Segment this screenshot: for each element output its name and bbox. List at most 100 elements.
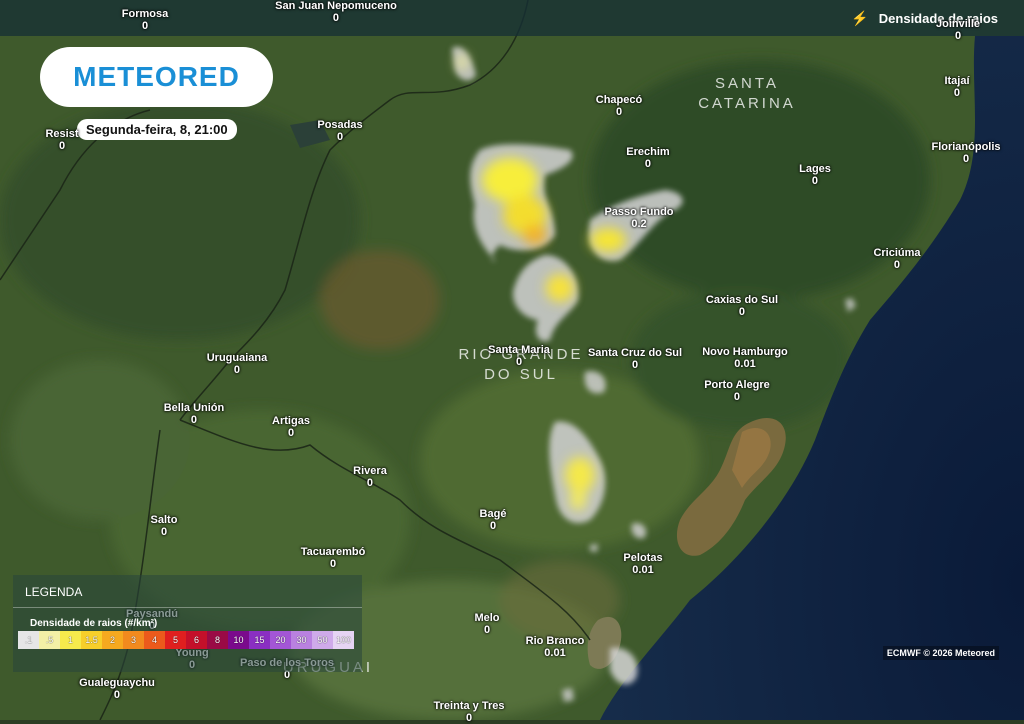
city-name: Criciúma	[873, 247, 921, 259]
city-lightning-value: 0	[332, 12, 340, 24]
legend-scale-step: 5	[165, 631, 186, 649]
forecast-date-badge[interactable]: Segunda-feira, 8, 21:00	[77, 119, 237, 140]
city-lightning-value: 0	[366, 477, 374, 489]
city-label[interactable]: Novo Hamburgo 0.01	[702, 346, 788, 370]
city-label[interactable]: Santa Cruz do Sul 0	[588, 347, 682, 371]
city-lightning-value: 0	[954, 30, 962, 42]
legend-panel[interactable]: LEGENDA Densidade de raios (#/km²) .1.5 1…	[13, 575, 362, 672]
city-name: Caxias do Sul	[705, 294, 779, 306]
city-label[interactable]: Bagé 0	[480, 508, 507, 532]
city-lightning-value: 0	[336, 131, 344, 143]
city-lightning-value: 0.01	[632, 564, 654, 576]
legend-scale-step: 50	[312, 631, 333, 649]
city-name: Posadas	[317, 119, 363, 131]
city-label[interactable]: Resist 0	[45, 128, 78, 152]
city-lightning-value: 0	[141, 20, 149, 32]
city-lightning-value: 0	[287, 427, 295, 439]
city-label[interactable]: Salto 0	[151, 514, 178, 538]
legend-scale-step: 10	[228, 631, 249, 649]
city-label[interactable]: Lages 0	[799, 163, 831, 187]
city-name: San Juan Nepomuceno	[275, 0, 397, 12]
city-name: Gualeguaychu	[79, 677, 155, 689]
city-label[interactable]: Joinville 0	[936, 18, 980, 42]
city-label[interactable]: Tacuarembó 0	[301, 546, 366, 570]
city-name: Porto Alegre	[704, 379, 770, 391]
city-name: Lages	[799, 163, 831, 175]
city-label[interactable]: Bella Unión 0	[164, 402, 225, 426]
legend-scale-step: 6	[186, 631, 207, 649]
city-lightning-value: 0	[515, 356, 523, 368]
city-label[interactable]: Erechim 0	[626, 146, 669, 170]
legend-scale-step: 15	[249, 631, 270, 649]
legend-title: LEGENDA	[13, 575, 362, 608]
city-lightning-value: 0	[615, 106, 623, 118]
city-label[interactable]: Chapecó 0	[596, 94, 642, 118]
city-name: Salto	[150, 514, 178, 526]
city-label[interactable]: Posadas 0	[317, 119, 362, 143]
city-lightning-value: 0	[190, 414, 198, 426]
legend-scale-step: 3	[123, 631, 144, 649]
city-name: Bagé	[479, 508, 507, 520]
city-label[interactable]: Formosa 0	[122, 8, 168, 32]
lightning-icon: ⚡	[851, 10, 869, 26]
legend-scale-step: 4	[144, 631, 165, 649]
legend-scale-step: 100	[333, 631, 354, 649]
city-name: Joinville	[935, 18, 981, 30]
city-name: Treinta y Tres	[433, 700, 505, 712]
city-label[interactable]: Gualeguaychu 0	[79, 677, 155, 701]
city-lightning-value: 0	[893, 259, 901, 271]
city-lightning-value: 0	[233, 364, 241, 376]
legend-scale-step: 8	[207, 631, 228, 649]
city-label[interactable]: San Juan Nepomuceno 0	[275, 0, 397, 24]
city-name: Resist	[45, 128, 79, 140]
city-name: Florianópolis	[931, 141, 1001, 153]
city-name: Formosa	[121, 8, 169, 20]
city-name: Erechim	[626, 146, 670, 158]
city-label[interactable]: Pelotas 0.01	[623, 552, 662, 576]
city-lightning-value: 0	[483, 624, 491, 636]
city-name: Santa Maria	[488, 344, 550, 356]
city-name: Artigas	[272, 415, 310, 427]
city-lightning-value: 0.2	[631, 218, 647, 230]
city-lightning-value: 0	[631, 359, 639, 371]
city-label[interactable]: Uruguaiana 0	[207, 352, 268, 376]
meteored-logo[interactable]: METEORED	[40, 47, 273, 107]
city-name: Novo Hamburgo	[702, 346, 788, 358]
city-label[interactable]: Florianópolis 0	[931, 141, 1000, 165]
city-name: Itajaí	[944, 75, 970, 87]
city-name: Bella Unión	[163, 402, 225, 414]
city-label[interactable]: Passo Fundo 0.2	[604, 206, 673, 230]
city-lightning-value: 0	[811, 175, 819, 187]
city-name: Uruguaiana	[206, 352, 268, 364]
city-lightning-value: 0	[489, 520, 497, 532]
city-label[interactable]: Porto Alegre 0	[704, 379, 770, 403]
city-name: Tacuarembó	[300, 546, 366, 558]
city-label[interactable]: Criciúma 0	[873, 247, 920, 271]
city-label[interactable]: Santa Maria 0	[488, 344, 550, 368]
city-label[interactable]: Rio Branco 0.01	[526, 635, 585, 659]
city-label[interactable]: Treinta y Tres 0	[434, 700, 505, 724]
city-name: Santa Cruz do Sul	[587, 347, 683, 359]
region-label-santa-catarina: SANTA CATARINA	[698, 75, 796, 112]
city-name: Rio Branco	[525, 635, 585, 647]
legend-scale-step: 2	[102, 631, 123, 649]
city-label[interactable]: Melo 0	[474, 612, 499, 636]
city-lightning-value: 0	[58, 140, 66, 152]
legend-scale-step: .5	[39, 631, 60, 649]
legend-scale-step: 30	[291, 631, 312, 649]
city-lightning-value: 0	[953, 87, 961, 99]
city-lightning-value: 0	[733, 391, 741, 403]
legend-scale-step: 1.5	[81, 631, 102, 649]
legend-subtitle: Densidade de raios (#/km²)	[30, 618, 158, 629]
city-label[interactable]: Rivera 0	[353, 465, 387, 489]
legend-color-scale: .1.5 1 1.5 2 3 4 5 6 8 10 15 20 30 50 100	[18, 631, 354, 649]
city-label[interactable]: Caxias do Sul 0	[706, 294, 778, 318]
city-label[interactable]: Artigas 0	[272, 415, 310, 439]
city-name: Passo Fundo	[604, 206, 674, 218]
legend-scale-step: 1	[60, 631, 81, 649]
city-label[interactable]: Itajaí 0	[944, 75, 969, 99]
city-lightning-value: 0	[160, 526, 168, 538]
city-lightning-value: 0	[738, 306, 746, 318]
city-lightning-value: 0	[465, 712, 473, 724]
city-lightning-value: 0	[962, 153, 970, 165]
